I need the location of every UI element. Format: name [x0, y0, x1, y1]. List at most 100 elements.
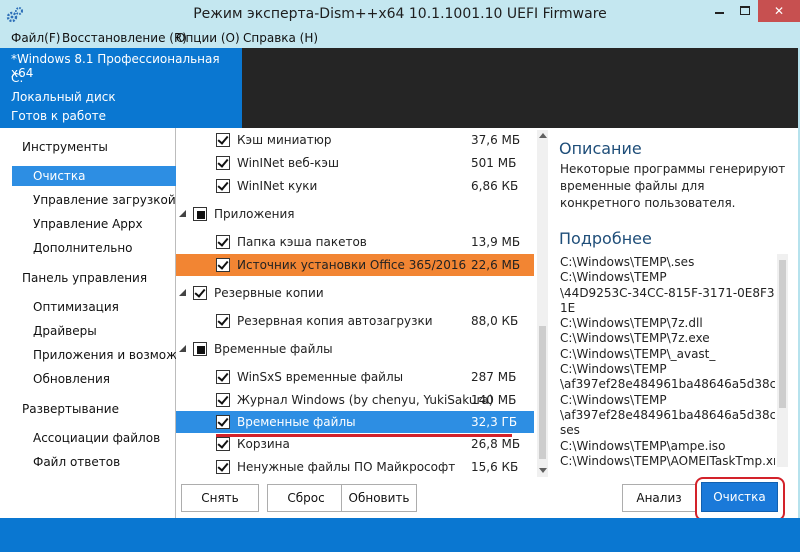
uncheck-button[interactable]: Снять — [181, 484, 259, 512]
check-icon — [217, 258, 229, 270]
scroll-down-icon[interactable] — [539, 468, 547, 473]
sidebar-item-answer-file[interactable]: Файл ответов — [12, 452, 176, 472]
reset-button[interactable]: Сброс — [267, 484, 345, 512]
group-label: Резервные копии — [214, 286, 324, 300]
list-item-highlighted[interactable]: Источник установки Office 365/2016 22,6 … — [176, 254, 534, 276]
status-text: Готов к работе — [11, 109, 107, 123]
item-label: Временные файлы — [237, 415, 356, 429]
item-checkbox[interactable] — [216, 460, 230, 474]
path-entry: C:\Windows\TEMP\ampe.iso — [560, 438, 726, 453]
maximize-button[interactable] — [732, 0, 758, 22]
path-entry: \af397ef28e484961ba48646a5d38cf54.db. — [560, 407, 775, 422]
list-item-selected[interactable]: Временные файлы 32,3 ГБ — [176, 411, 534, 433]
path-entry: ses — [560, 423, 580, 438]
description-heading: Описание — [559, 139, 642, 158]
group-row-backups[interactable]: Резервные копии — [176, 282, 534, 304]
minimize-icon — [715, 12, 724, 14]
title-bar: Режим эксперта-Dism++x64 10.1.1001.10 UE… — [0, 0, 800, 30]
item-checkbox[interactable] — [216, 314, 230, 328]
item-checkbox[interactable] — [216, 370, 230, 384]
check-icon — [217, 179, 229, 191]
sidebar-item-updates[interactable]: Обновления — [12, 369, 176, 389]
details-heading: Подробнее — [559, 229, 652, 248]
item-checkbox[interactable] — [216, 393, 230, 407]
scroll-thumb[interactable] — [539, 326, 546, 459]
refresh-button[interactable]: Обновить — [341, 484, 417, 512]
expand-arrow-icon[interactable] — [179, 210, 186, 217]
paths-scrollbar[interactable] — [777, 254, 788, 467]
menu-file[interactable]: Файл(F) — [11, 31, 60, 45]
description-text: Некоторые программы генерируют временные… — [560, 162, 786, 210]
path-entry: C:\Windows\TEMP\7z.dll — [560, 316, 703, 331]
path-entry: C:\Windows\TEMP\AOMEITaskTmp.xml — [560, 453, 775, 468]
menu-restore[interactable]: Восстановление (R) — [62, 31, 187, 45]
item-size: 88,0 КБ — [471, 314, 519, 328]
scroll-thumb[interactable] — [779, 260, 786, 408]
scroll-up-icon[interactable] — [539, 133, 547, 138]
list-item[interactable]: Резервная копия автозагрузки 88,0 КБ — [176, 310, 534, 332]
menu-options[interactable]: Опции (O) — [176, 31, 240, 45]
item-checkbox[interactable] — [216, 133, 230, 147]
drive-letter: C: — [11, 71, 24, 85]
item-checkbox[interactable] — [216, 156, 230, 170]
item-checkbox[interactable] — [216, 258, 230, 272]
annotation-circle — [695, 477, 785, 521]
list-scrollbar[interactable] — [537, 130, 548, 477]
item-checkbox[interactable] — [216, 437, 230, 451]
check-icon — [194, 286, 206, 298]
image-info-panel[interactable]: *Windows 8.1 Профессиональная x64 C: Лок… — [0, 48, 242, 128]
item-label: Папка кэша пакетов — [237, 235, 367, 249]
item-checkbox[interactable] — [216, 235, 230, 249]
analyze-button[interactable]: Анализ — [622, 484, 696, 512]
group-checkbox[interactable] — [193, 342, 207, 356]
list-item[interactable]: WinINet веб-кэш 501 МБ — [176, 152, 534, 174]
item-size: 6,86 КБ — [471, 179, 519, 193]
list-item[interactable]: Кэш миниатюр 37,6 МБ — [176, 129, 534, 151]
group-label: Приложения — [214, 207, 295, 221]
group-checkbox[interactable] — [193, 286, 207, 300]
sidebar-item-drivers[interactable]: Драйверы — [12, 321, 176, 341]
list-item[interactable]: Ненужные файлы ПО Майкрософт 15,6 КБ — [176, 456, 534, 478]
item-label: Источник установки Office 365/2016 — [237, 258, 467, 272]
sidebar-item-optimize[interactable]: Оптимизация — [12, 297, 176, 317]
item-label: Ненужные файлы ПО Майкрософт — [237, 460, 456, 474]
item-checkbox[interactable] — [216, 179, 230, 193]
menu-bar: Файл(F) Восстановление (R) Опции (O) Спр… — [0, 30, 800, 48]
os-name: *Windows 8.1 Профессиональная x64 — [11, 52, 220, 80]
sidebar-item-apps[interactable]: Приложения и возможности — [12, 345, 176, 365]
sidebar: Инструменты Очистка Управление загрузкой… — [0, 128, 176, 518]
sidebar-item-boot[interactable]: Управление загрузкой — [12, 190, 176, 210]
sidebar-item-appx[interactable]: Управление Appx — [12, 214, 176, 234]
check-icon — [217, 370, 229, 382]
sidebar-item-cleanup[interactable]: Очистка — [12, 166, 176, 186]
group-row-apps[interactable]: Приложения — [176, 203, 534, 225]
close-button[interactable]: ✕ — [758, 0, 800, 22]
path-entry: C:\Windows\TEMP — [560, 270, 667, 285]
group-checkbox[interactable] — [193, 207, 207, 221]
path-entry: \af397ef28e484961ba48646a5d38cf54.db — [560, 377, 775, 392]
check-icon — [217, 437, 229, 449]
minimize-button[interactable] — [706, 0, 732, 22]
item-label: Резервная копия автозагрузки — [237, 314, 433, 328]
group-row-temp[interactable]: Временные файлы — [176, 338, 534, 360]
path-entry: C:\Windows\TEMP — [560, 362, 667, 377]
path-entry: 1E — [560, 300, 576, 315]
menu-help[interactable]: Справка (H) — [243, 31, 318, 45]
expand-arrow-icon[interactable] — [179, 345, 186, 352]
sidebar-item-associations[interactable]: Ассоциации файлов — [12, 428, 176, 448]
item-size: 15,6 КБ — [471, 460, 519, 474]
item-size: 287 МБ — [471, 370, 517, 384]
list-item[interactable]: Корзина 26,8 МБ — [176, 433, 534, 455]
expand-arrow-icon[interactable] — [179, 289, 186, 296]
list-item[interactable]: Журнал Windows (by chenyu, YukiSakura) 1… — [176, 389, 534, 411]
list-item[interactable]: WinSxS временные файлы 287 МБ — [176, 366, 534, 388]
path-entry: C:\Windows\TEMP\_avast_ — [560, 346, 716, 361]
nav-group-tools: Инструменты — [22, 140, 108, 154]
check-icon — [217, 393, 229, 405]
nav-group-deploy: Развертывание — [22, 402, 119, 416]
item-checkbox[interactable] — [216, 415, 230, 429]
list-item[interactable]: WinINet куки 6,86 КБ — [176, 175, 534, 197]
path-list[interactable]: C:\Windows\TEMP\.ses C:\Windows\TEMP \44… — [560, 255, 775, 469]
sidebar-item-advanced[interactable]: Дополнительно — [12, 238, 176, 258]
list-item[interactable]: Папка кэша пакетов 13,9 МБ — [176, 231, 534, 253]
